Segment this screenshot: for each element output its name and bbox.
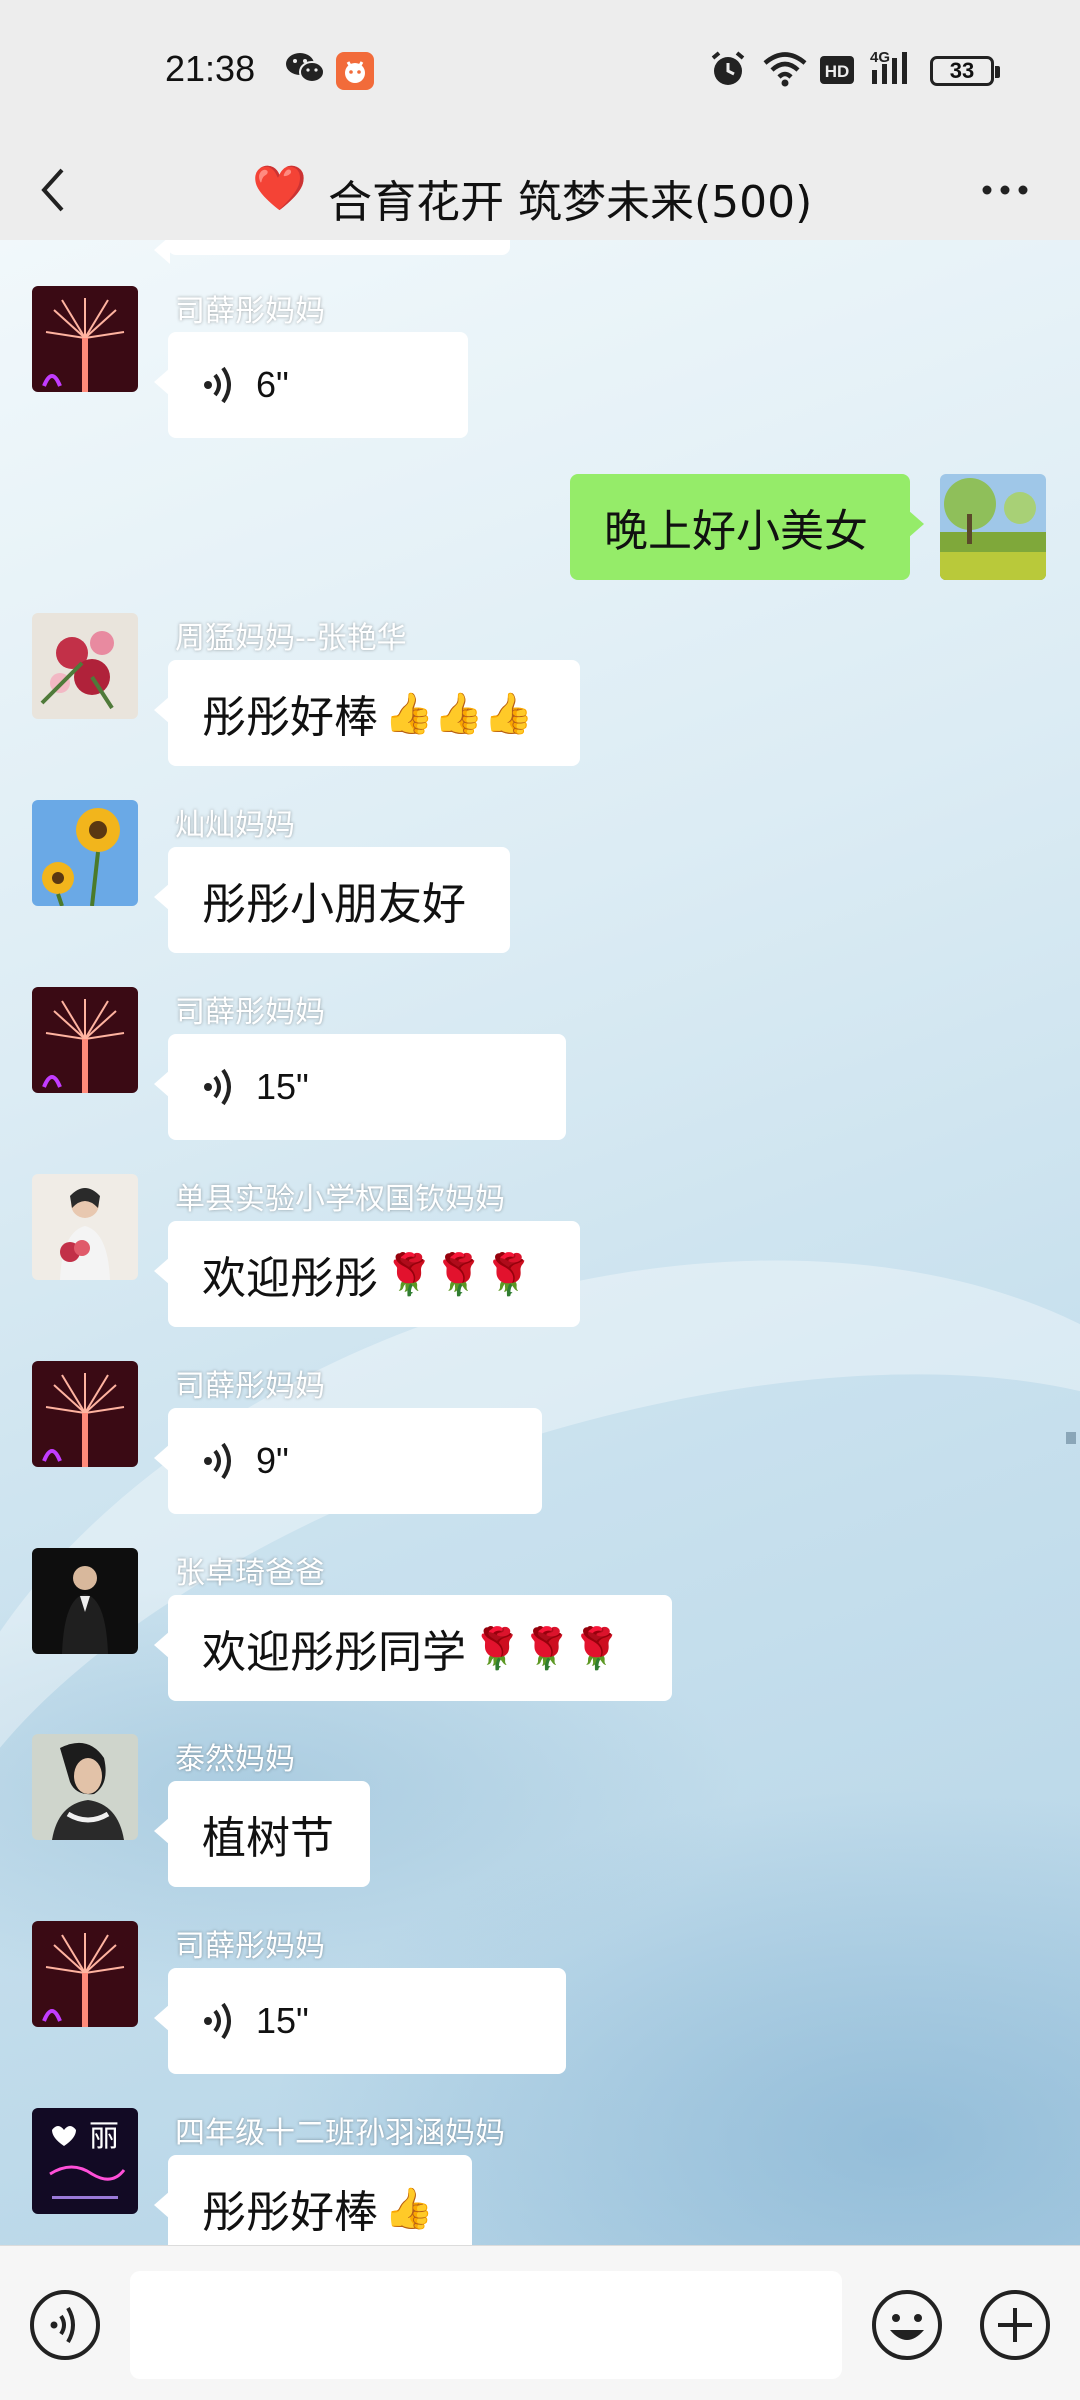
message-bubble-partial[interactable]: [154, 240, 510, 264]
sender-name: 司薛彤妈妈: [175, 1369, 325, 1404]
message-text: 晚上好小美女: [604, 506, 868, 557]
rose-emoji: 🌹🌹🌹: [472, 1625, 622, 1672]
voice-message-bubble[interactable]: 6": [154, 332, 468, 438]
rose-emoji: 🌹🌹🌹: [384, 1251, 534, 1298]
message-text: 欢迎彤彤同学: [202, 1627, 466, 1678]
more-button[interactable]: [975, 168, 1035, 212]
sender-name: 司薛彤妈妈: [175, 294, 325, 329]
voice-input-button[interactable]: [28, 2288, 102, 2362]
message-bubble[interactable]: 欢迎彤彤同学 🌹🌹🌹: [154, 1595, 672, 1701]
voice-play-icon: [204, 1068, 231, 1106]
voice-duration: 15": [256, 1066, 309, 1107]
signal-icon: 4G: [868, 48, 916, 92]
thumbs-up-emoji: 👍👍👍: [384, 690, 534, 737]
alarm-icon: [710, 50, 746, 92]
message-text: 欢迎彤彤: [202, 1253, 378, 1304]
avatar[interactable]: [32, 1361, 138, 1467]
thumbs-up-emoji: 👍: [384, 2185, 434, 2232]
message-bubble[interactable]: 植树节: [154, 1781, 370, 1887]
message-bubble[interactable]: 彤彤好棒 👍👍👍: [154, 660, 580, 766]
battery-icon: 33: [930, 56, 1000, 86]
avatar[interactable]: [32, 1548, 138, 1654]
sender-name: 灿灿妈妈: [175, 808, 295, 843]
more-actions-button[interactable]: [978, 2288, 1052, 2362]
my-message-bubble[interactable]: 晚上好小美女: [570, 474, 924, 580]
message-text: 彤彤小朋友好: [202, 879, 466, 930]
voice-message-bubble[interactable]: 15": [154, 1968, 566, 2074]
voice-message-bubble[interactable]: 9": [154, 1408, 542, 1514]
voice-input-icon: [30, 2290, 100, 2360]
message-text: 彤彤好棒: [202, 692, 378, 743]
voice-duration: 9": [256, 1440, 289, 1481]
sender-name: 泰然妈妈: [175, 1742, 295, 1777]
svg-text:丽: 丽: [89, 2119, 119, 2154]
message-text: 植树节: [202, 1813, 334, 1864]
sender-name: 单县实验小学权国钦妈妈: [175, 1182, 505, 1217]
wechat-icon: [285, 50, 325, 90]
voice-play-icon: [204, 1442, 231, 1480]
svg-text:HD: HD: [825, 62, 850, 81]
voice-duration: 6": [256, 364, 289, 405]
svg-text:4G: 4G: [870, 49, 890, 66]
status-bar: 21:38 HD 4G 33: [0, 0, 1080, 140]
my-avatar[interactable]: [940, 474, 1046, 580]
plus-circle-icon: [980, 2290, 1050, 2360]
chat-header: ❤️ 合育花开 筑梦未来(500): [0, 140, 1080, 240]
voice-duration: 15": [256, 2000, 309, 2041]
chat-message-list[interactable]: 司薛彤妈妈 6" 晚上好小美女 周猛妈妈--张艳华 彤彤好棒 👍👍👍 灿灿妈妈 …: [0, 240, 1080, 2245]
avatar[interactable]: [32, 1921, 138, 2027]
voice-play-icon: [204, 2002, 231, 2040]
avatar[interactable]: [32, 613, 138, 719]
message-bubble[interactable]: 彤彤小朋友好: [154, 847, 510, 953]
status-time: 21:38: [165, 48, 256, 89]
sender-name: 张卓琦爸爸: [175, 1556, 325, 1591]
chevron-left-icon: [41, 168, 64, 212]
sender-name: 四年级十二班孙羽涵妈妈: [175, 2116, 505, 2151]
voice-message-bubble[interactable]: 15": [154, 1034, 566, 1140]
chat-title: 合育花开 筑梦未来(500): [328, 177, 813, 228]
message-input[interactable]: [130, 2271, 842, 2379]
avatar[interactable]: [32, 800, 138, 906]
message-text: 彤彤好棒: [202, 2187, 378, 2238]
heart-emoji: ❤️: [252, 163, 307, 214]
voice-play-icon: [204, 366, 231, 404]
emoji-button[interactable]: [870, 2288, 944, 2362]
scrollbar[interactable]: [1066, 1432, 1076, 1444]
back-button[interactable]: [30, 162, 80, 218]
avatar[interactable]: [32, 286, 138, 392]
sender-name: 司薛彤妈妈: [175, 995, 325, 1030]
smiley-icon: [872, 2290, 942, 2360]
avatar[interactable]: [32, 987, 138, 1093]
input-bar: [0, 2245, 1080, 2400]
wifi-icon: [762, 50, 808, 92]
sender-name: 周猛妈妈--张艳华: [175, 621, 407, 656]
avatar[interactable]: [32, 1174, 138, 1280]
sender-name: 司薛彤妈妈: [175, 1929, 325, 1964]
avatar[interactable]: [32, 1734, 138, 1840]
avatar[interactable]: 丽: [32, 2108, 138, 2214]
message-bubble[interactable]: 彤彤好棒 👍: [154, 2155, 472, 2245]
more-dots-icon: [982, 185, 1028, 195]
app-notification-icon: [336, 52, 374, 94]
hd-icon: HD: [820, 56, 854, 88]
message-bubble[interactable]: 欢迎彤彤 🌹🌹🌹: [154, 1221, 580, 1327]
